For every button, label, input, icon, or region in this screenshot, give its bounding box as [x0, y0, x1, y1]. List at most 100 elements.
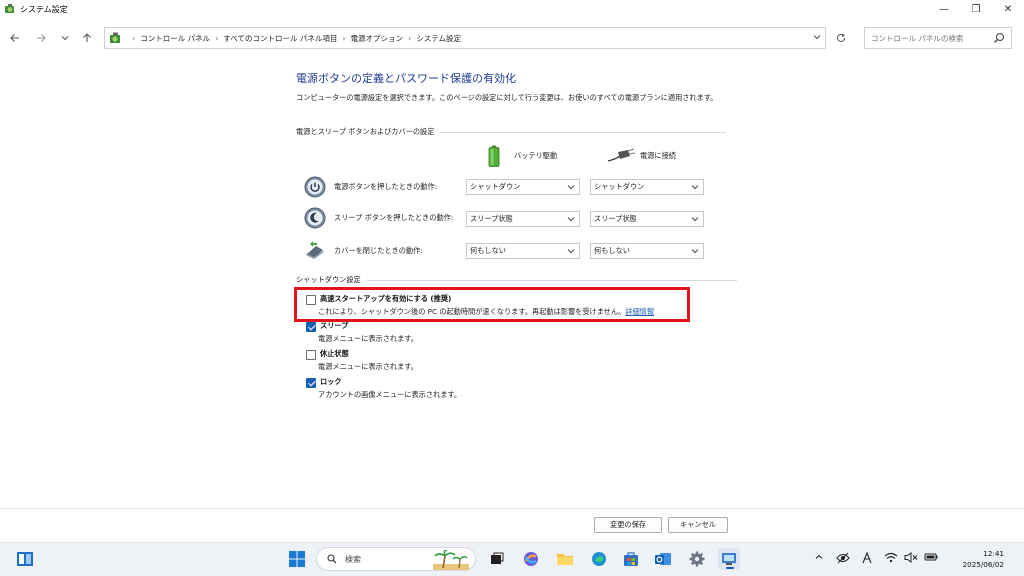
window-title: システム設定	[20, 4, 68, 14]
clock-date: 2025/06/02	[962, 560, 1004, 569]
hibernate-checkbox[interactable]	[306, 350, 316, 360]
hibernate-description: 電源メニューに表示されます。	[318, 362, 418, 371]
recent-locations-chevron-icon[interactable]	[54, 27, 76, 49]
sleep-title[interactable]: スリープ	[320, 321, 348, 331]
highlight-box	[294, 287, 690, 322]
select-value: シャットダウン	[594, 182, 645, 191]
file-explorer-icon[interactable]	[554, 548, 576, 570]
chevron-down-icon	[691, 249, 699, 254]
search-placeholder: コントロール パネルの検索	[871, 33, 964, 43]
laptop-lid-icon	[306, 241, 324, 259]
widgets-icon[interactable]	[14, 548, 36, 570]
page-description: コンピューターの電源設定を選択できます。このページの設定に対して行う変更は、お使…	[296, 93, 718, 102]
accessibility-eye-icon[interactable]	[836, 552, 850, 567]
volume-muted-icon[interactable]	[904, 552, 918, 566]
save-changes-button[interactable]: 変更の保存	[594, 517, 662, 533]
power-button-plugged-select[interactable]: シャットダウン	[590, 179, 704, 195]
breadcrumb-all-items[interactable]: すべてのコントロール パネル項目	[223, 33, 337, 44]
chevron-down-icon	[567, 249, 575, 254]
section-shutdown-header: シャットダウン設定	[296, 275, 737, 285]
copilot-icon[interactable]	[520, 548, 542, 570]
select-value: 何もしない	[470, 246, 506, 255]
wifi-icon[interactable]	[884, 552, 898, 566]
breadcrumb-separator-icon: ›	[132, 33, 136, 43]
hibernate-title[interactable]: 休止状態	[320, 349, 349, 359]
clock[interactable]: 12:41 2025/06/02	[958, 548, 1004, 570]
title-bar: システム設定 — ❐ ✕	[0, 0, 1024, 18]
breadcrumb-separator-icon[interactable]: ›	[342, 34, 345, 43]
forward-arrow-icon[interactable]	[30, 27, 52, 49]
address-bar[interactable]: › コントロール パネル › すべてのコントロール パネル項目 › 電源オプショ…	[104, 27, 826, 49]
control-panel-icon	[5, 4, 14, 13]
sleep-button-plugged-select[interactable]: スリープ状態	[590, 211, 704, 227]
up-arrow-icon[interactable]	[76, 27, 98, 49]
settings-gear-icon[interactable]	[686, 548, 708, 570]
address-dropdown-chevron-icon[interactable]	[813, 33, 821, 43]
lock-checkbox[interactable]	[306, 378, 316, 388]
breadcrumb-separator-icon[interactable]: ›	[215, 34, 218, 43]
breadcrumb-separator-icon[interactable]: ›	[408, 34, 411, 43]
control-panel-taskbar-icon[interactable]	[718, 548, 740, 570]
close-button[interactable]: ✕	[992, 0, 1024, 18]
lid-close-label: カバーを閉じたときの動作:	[334, 246, 423, 255]
active-indicator	[726, 567, 734, 569]
sleep-button-icon	[304, 207, 326, 229]
section-title: 電源とスリープ ボタンおよびカバーの設定	[296, 127, 435, 136]
navigation-bar: › コントロール パネル › すべてのコントロール パネル項目 › 電源オプショ…	[0, 26, 1024, 50]
chevron-down-icon	[691, 185, 699, 190]
chevron-down-icon	[567, 185, 575, 190]
power-plug-icon	[607, 148, 636, 162]
footer-bar: 変更の保存 キャンセル	[0, 508, 1024, 544]
lock-title[interactable]: ロック	[320, 377, 342, 387]
section-divider	[366, 279, 737, 281]
taskbar-search-box[interactable]: 検索	[316, 547, 476, 571]
search-input[interactable]: コントロール パネルの検索	[864, 27, 1012, 49]
search-icon[interactable]	[993, 32, 1005, 44]
battery-charging-icon[interactable]	[924, 552, 938, 565]
battery-icon	[488, 145, 500, 167]
power-button-label: 電源ボタンを押したときの動作:	[334, 182, 438, 191]
select-value: 何もしない	[594, 246, 630, 255]
tray-overflow-chevron-icon[interactable]	[814, 552, 824, 565]
refresh-icon[interactable]	[830, 27, 852, 49]
breadcrumb-power-options[interactable]: 電源オプション	[351, 33, 404, 44]
section-divider	[440, 131, 727, 133]
battery-label: バッテリ駆動	[514, 151, 558, 160]
sleep-button-label: スリープ ボタンを押したときの動作:	[334, 213, 454, 222]
search-icon	[327, 554, 337, 564]
start-icon[interactable]	[286, 548, 308, 570]
power-button-icon	[304, 176, 326, 198]
sleep-description: 電源メニューに表示されます。	[318, 334, 418, 343]
breadcrumb-control-panel[interactable]: コントロール パネル	[140, 33, 210, 44]
taskbar: 検索 12:41 2025/06/02	[0, 542, 1024, 576]
plugged-label: 電源に接続	[640, 151, 676, 160]
breadcrumb-system-settings[interactable]: システム設定	[416, 33, 461, 44]
outlook-icon[interactable]	[652, 548, 674, 570]
control-panel-icon	[110, 32, 120, 43]
store-icon[interactable]	[620, 548, 642, 570]
column-plugged-header: 電源に接続	[606, 147, 676, 165]
restore-button[interactable]: ❐	[960, 0, 992, 18]
main-content: 電源ボタンの定義とパスワード保護の有効化 コンピューターの電源設定を選択できます…	[296, 70, 736, 103]
power-button-battery-select[interactable]: シャットダウン	[466, 179, 580, 195]
page-title: 電源ボタンの定義とパスワード保護の有効化	[296, 72, 516, 85]
section-power-buttons-header: 電源とスリープ ボタンおよびカバーの設定	[296, 127, 727, 137]
sleep-checkbox[interactable]	[306, 322, 316, 332]
taskbar-search-label: 検索	[345, 554, 361, 564]
lid-close-battery-select[interactable]: 何もしない	[466, 243, 580, 259]
column-battery-header: バッテリ駆動	[488, 145, 557, 167]
lid-close-plugged-select[interactable]: 何もしない	[590, 243, 704, 259]
back-arrow-icon[interactable]	[4, 27, 26, 49]
cancel-button[interactable]: キャンセル	[668, 517, 728, 533]
clock-time: 12:41	[983, 549, 1004, 558]
sleep-button-battery-select[interactable]: スリープ状態	[466, 211, 580, 227]
sleep-button-row: スリープ ボタンを押したときの動作:	[304, 207, 453, 229]
lock-description: アカウントの画像メニューに表示されます。	[318, 390, 462, 399]
task-view-icon[interactable]	[486, 548, 508, 570]
input-method-icon[interactable]	[862, 551, 872, 567]
chevron-down-icon	[567, 217, 575, 222]
minimize-button[interactable]: —	[928, 0, 960, 18]
select-value: スリープ状態	[470, 214, 513, 223]
edge-icon[interactable]	[588, 548, 610, 570]
lid-close-row: カバーを閉じたときの動作:	[304, 240, 423, 262]
